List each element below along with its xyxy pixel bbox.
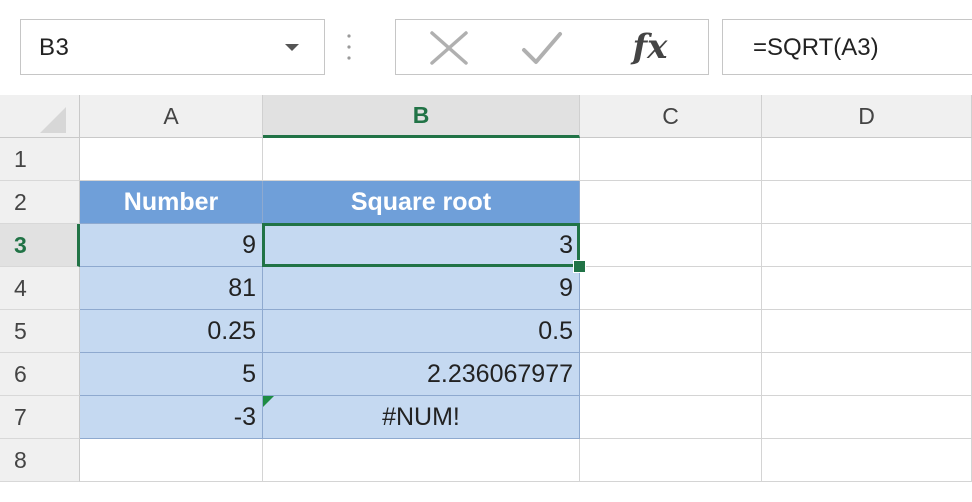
name-box-value: B3: [39, 34, 70, 61]
formula-bar-buttons: fx: [395, 19, 709, 75]
column-header-b[interactable]: B: [263, 95, 580, 138]
cell-d7[interactable]: [762, 396, 972, 439]
cell-a3[interactable]: 9: [80, 224, 263, 267]
fill-handle[interactable]: [573, 260, 586, 273]
row-header-4[interactable]: 4: [0, 267, 80, 310]
column-header-d[interactable]: D: [762, 95, 972, 138]
formula-input[interactable]: =SQRT(A3): [722, 19, 972, 75]
cell-c3[interactable]: [580, 224, 762, 267]
cell-c5[interactable]: [580, 310, 762, 353]
cell-c4[interactable]: [580, 267, 762, 310]
cell-c2[interactable]: [580, 181, 762, 224]
cell-b5[interactable]: 0.5: [263, 310, 580, 353]
cell-d1[interactable]: [762, 138, 972, 181]
cell-b3[interactable]: 3: [263, 224, 580, 267]
name-box[interactable]: B3: [20, 19, 325, 75]
cell-a2[interactable]: Number: [80, 181, 263, 224]
formula-bar-grip-icon[interactable]: [347, 33, 351, 61]
cell-b4[interactable]: 9: [263, 267, 580, 310]
select-all-triangle-icon: [40, 107, 66, 133]
row-header-1[interactable]: 1: [0, 138, 80, 181]
row-header-8[interactable]: 8: [0, 439, 80, 482]
row-header-3[interactable]: 3: [0, 224, 80, 267]
cell-d4[interactable]: [762, 267, 972, 310]
cell-c8[interactable]: [580, 439, 762, 482]
error-indicator-icon[interactable]: [263, 396, 274, 407]
select-all-corner[interactable]: [0, 95, 80, 138]
cell-b6[interactable]: 2.236067977: [263, 353, 580, 396]
cell-d6[interactable]: [762, 353, 972, 396]
cell-d3[interactable]: [762, 224, 972, 267]
cell-a6[interactable]: 5: [80, 353, 263, 396]
formula-text: =SQRT(A3): [753, 34, 879, 61]
cell-d2[interactable]: [762, 181, 972, 224]
cell-a5[interactable]: 0.25: [80, 310, 263, 353]
cell-b2[interactable]: Square root: [263, 181, 580, 224]
spreadsheet-window: B3 fx =SQRT(A3) A B C D 1 2 Number Square root 3…: [0, 0, 972, 502]
spreadsheet-grid: A B C D 1 2 Number Square root 3 9 3 4 81 9 5 0.25 0.5 6 5…: [0, 95, 972, 502]
cell-c6[interactable]: [580, 353, 762, 396]
cell-a7[interactable]: -3: [80, 396, 263, 439]
chevron-down-icon[interactable]: [282, 40, 302, 54]
cell-c7[interactable]: [580, 396, 762, 439]
close-icon[interactable]: [427, 28, 471, 68]
cell-b7[interactable]: #NUM!: [263, 396, 580, 439]
column-header-a[interactable]: A: [80, 95, 263, 138]
row-header-2[interactable]: 2: [0, 181, 80, 224]
cell-b8[interactable]: [263, 439, 580, 482]
cell-a8[interactable]: [80, 439, 263, 482]
row-header-6[interactable]: 6: [0, 353, 80, 396]
fx-icon[interactable]: fx: [618, 24, 682, 70]
cell-d8[interactable]: [762, 439, 972, 482]
row-header-7[interactable]: 7: [0, 396, 80, 439]
cell-c1[interactable]: [580, 138, 762, 181]
cell-b1[interactable]: [263, 138, 580, 181]
cell-a1[interactable]: [80, 138, 263, 181]
row-header-5[interactable]: 5: [0, 310, 80, 353]
column-header-c[interactable]: C: [580, 95, 762, 138]
cell-d5[interactable]: [762, 310, 972, 353]
checkmark-icon[interactable]: [520, 28, 564, 68]
cell-a4[interactable]: 81: [80, 267, 263, 310]
